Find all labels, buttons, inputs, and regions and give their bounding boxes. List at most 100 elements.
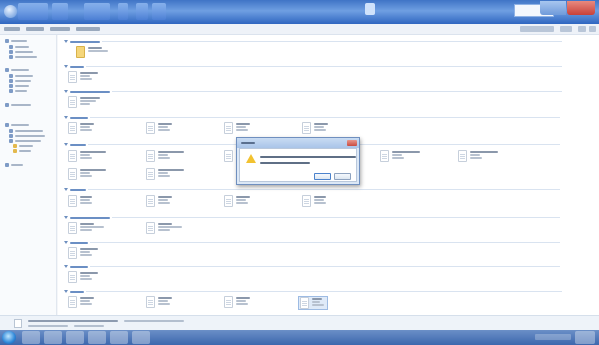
location-segment[interactable] [52,3,68,20]
group-header[interactable] [64,289,562,294]
nav-item[interactable] [9,45,29,49]
file-item[interactable] [68,96,100,110]
file-item[interactable] [146,296,172,310]
group-header[interactable] [64,264,560,269]
nav-item[interactable] [13,149,31,153]
cancel-button[interactable] [334,173,351,180]
forward-icon[interactable] [118,3,128,20]
arrange-by-dropdown[interactable] [520,26,554,32]
group-header[interactable] [64,115,560,120]
clock[interactable] [575,331,595,344]
collapse-icon[interactable] [64,65,68,68]
back-icon[interactable] [4,5,17,18]
nav-item[interactable] [9,50,33,54]
file-icon [146,168,155,180]
collapse-icon[interactable] [64,143,68,146]
desktop-icon [9,45,13,49]
details-type [28,325,68,327]
file-icon [68,71,77,83]
group-header[interactable] [64,89,562,94]
file-item[interactable] [68,247,98,261]
file-item[interactable] [68,222,104,236]
file-item[interactable] [76,46,108,60]
nav-item[interactable] [9,89,27,93]
nav-item[interactable] [9,79,31,83]
collapse-icon[interactable] [64,90,68,93]
organize-menu[interactable] [4,27,20,31]
file-item[interactable] [224,122,250,136]
file-item[interactable] [146,168,184,182]
file-item[interactable] [68,296,94,310]
file-item[interactable] [68,168,106,182]
nav-libraries[interactable] [5,68,29,72]
file-item[interactable] [302,195,326,209]
nav-network[interactable] [5,163,23,167]
preview-pane-icon[interactable] [578,26,586,32]
file-icon [68,122,77,134]
nav-item[interactable] [13,144,33,148]
collapse-icon[interactable] [64,265,68,268]
file-icon [302,195,311,207]
taskbar-app-icon[interactable] [22,331,40,344]
start-button[interactable] [2,331,16,344]
collapse-icon[interactable] [64,241,68,244]
file-item[interactable] [68,122,94,136]
system-tray[interactable] [535,334,571,340]
command-bar [0,24,599,35]
group-header[interactable] [64,240,560,245]
file-item[interactable] [380,150,420,164]
file-item[interactable] [458,150,498,164]
file-item[interactable] [146,150,184,164]
file-item[interactable] [68,150,106,164]
collapse-icon[interactable] [64,116,68,119]
group-header[interactable] [64,64,562,69]
nav-favorites[interactable] [5,39,27,43]
minimize-icon[interactable] [540,1,566,15]
nav-computer[interactable] [5,123,29,127]
folder-icon [76,46,85,58]
group-header[interactable] [64,39,562,44]
nav-item[interactable] [9,129,43,133]
views-icon[interactable] [560,26,572,32]
nav-homegroup[interactable] [5,103,31,107]
collapse-icon[interactable] [64,188,68,191]
history-icon[interactable] [152,3,166,20]
group-header[interactable] [64,187,560,192]
file-item[interactable] [302,122,328,136]
nav-item[interactable] [9,139,41,143]
burn-menu[interactable] [50,27,70,31]
nav-item[interactable] [9,74,33,78]
taskbar-app-icon[interactable] [66,331,84,344]
nav-item[interactable] [9,134,45,138]
new-folder-button[interactable] [76,27,100,31]
taskbar-app-icon[interactable] [44,331,62,344]
file-icon [224,122,233,134]
help-icon[interactable] [589,26,596,32]
taskbar-app-icon[interactable] [88,331,106,344]
file-item-selected[interactable] [298,296,328,310]
share-menu[interactable] [26,27,44,31]
collapse-icon[interactable] [64,290,68,293]
file-item[interactable] [68,195,92,209]
refresh-icon[interactable] [84,3,110,20]
ok-button[interactable] [314,173,331,180]
close-icon[interactable] [567,1,595,15]
collapse-icon[interactable] [64,40,68,43]
nav-item[interactable] [9,55,37,59]
file-item[interactable] [146,122,172,136]
nav-item[interactable] [9,84,29,88]
file-icon [224,150,233,162]
file-item[interactable] [146,195,172,209]
close-icon[interactable] [347,140,357,146]
group-header[interactable] [64,215,560,220]
address-bar[interactable] [18,3,48,20]
taskbar-app-icon[interactable] [132,331,150,344]
file-item[interactable] [146,222,182,236]
up-folder-icon[interactable] [136,3,148,20]
file-item[interactable] [68,71,98,85]
collapse-icon[interactable] [64,216,68,219]
taskbar-app-icon[interactable] [110,331,128,344]
file-item[interactable] [224,195,250,209]
file-item[interactable] [224,296,250,310]
file-item[interactable] [68,271,98,285]
